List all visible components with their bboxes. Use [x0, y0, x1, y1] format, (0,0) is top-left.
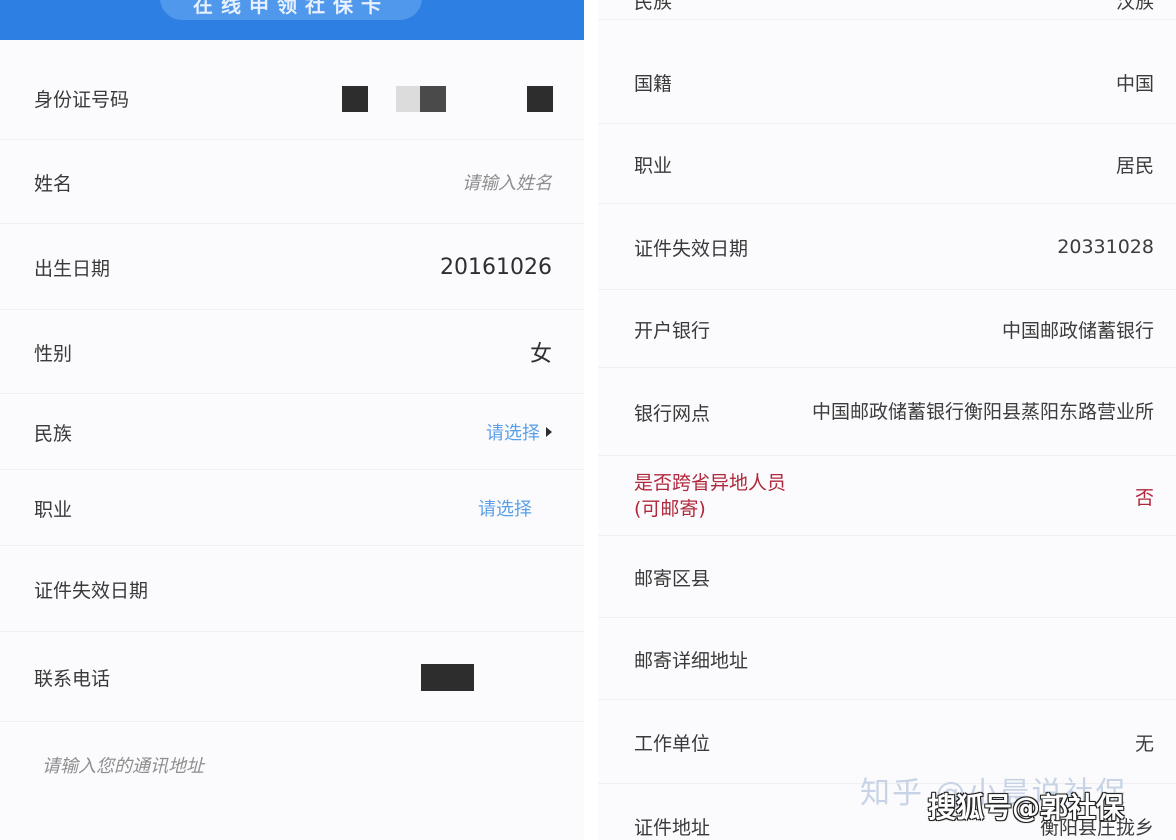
- phone-label: 联系电话: [34, 667, 111, 690]
- address-input[interactable]: 请输入您的通讯地址: [42, 752, 204, 778]
- nationality-row[interactable]: 国籍 中国: [598, 40, 1176, 124]
- occupation-row[interactable]: 职业 请选择: [0, 470, 584, 546]
- bank-label: 开户银行: [634, 319, 711, 342]
- occupation-value: 居民: [1115, 154, 1154, 177]
- expiry-date-label: 证件失效日期: [34, 579, 149, 602]
- redaction-block: [342, 86, 368, 112]
- branch-label: 银行网点: [634, 402, 711, 425]
- panel-gutter: [584, 0, 598, 840]
- ethnicity-value: 汉族: [1115, 0, 1154, 13]
- redaction-block: [421, 664, 474, 691]
- birth-date-row[interactable]: 出生日期 20161026: [0, 224, 584, 310]
- occupation-select[interactable]: 请选择: [478, 495, 552, 521]
- row-divider: [598, 19, 1176, 20]
- cross-province-label: 是否跨省异地人员(可邮寄): [634, 472, 787, 520]
- redaction-block: [527, 86, 553, 112]
- occupation-label: 职业: [634, 154, 673, 177]
- redaction-block: [396, 86, 420, 112]
- bank-value: 中国邮政储蓄银行: [1001, 319, 1154, 342]
- branch-row[interactable]: 银行网点 中国邮政储蓄银行衡阳县蒸阳东路营业所: [598, 368, 1176, 456]
- name-row[interactable]: 姓名 请输入姓名: [0, 140, 584, 224]
- birth-date-label: 出生日期: [34, 257, 111, 280]
- employer-value: 无: [1134, 732, 1154, 755]
- chevron-right-icon: [546, 427, 552, 437]
- expiry-date-value: 20331028: [1057, 236, 1154, 258]
- mail-district-label: 邮寄区县: [634, 567, 711, 590]
- right-screenshot-panel: 民族 汉族 国籍 中国 职业 居民 证件失效日期 20331028 开户银行 中…: [598, 0, 1176, 840]
- mail-address-row[interactable]: 邮寄详细地址: [598, 618, 1176, 700]
- name-label: 姓名: [34, 172, 73, 195]
- ethnicity-select-text: 请选择: [486, 423, 540, 444]
- expiry-date-row[interactable]: 证件失效日期: [0, 546, 584, 632]
- banner-title-pill: 在线申领社保卡: [160, 0, 422, 20]
- ethnicity-select[interactable]: 请选择: [486, 419, 552, 445]
- cross-province-value: 否: [1134, 486, 1154, 509]
- address-row[interactable]: 请输入您的通讯地址: [0, 722, 584, 808]
- ethnicity-row[interactable]: 民族 请选择: [0, 394, 584, 470]
- banner-title: 在线申领社保卡: [193, 0, 389, 17]
- id-number-row[interactable]: 身份证号码: [0, 56, 584, 140]
- redaction-block: [420, 86, 446, 112]
- phone-row[interactable]: 联系电话: [0, 632, 584, 722]
- sohu-watermark: 搜狐号@郭社保: [928, 791, 1125, 824]
- id-number-label: 身份证号码: [34, 88, 130, 111]
- header-banner: 在线申领社保卡: [0, 0, 584, 40]
- name-input[interactable]: 请输入姓名: [462, 169, 552, 195]
- gender-row[interactable]: 性别 女: [0, 310, 584, 394]
- birth-date-value: 20161026: [440, 254, 552, 280]
- employer-label: 工作单位: [634, 732, 711, 755]
- ethnicity-row[interactable]: 民族 汉族: [598, 0, 1176, 20]
- gender-label: 性别: [34, 342, 73, 365]
- left-screenshot-panel: 在线申领社保卡 身份证号码 姓名 请输入姓名 出生日期 20161026 性别 …: [0, 0, 584, 840]
- mail-address-label: 邮寄详细地址: [634, 649, 749, 672]
- bank-row[interactable]: 开户银行 中国邮政储蓄银行: [598, 290, 1176, 368]
- mail-district-row[interactable]: 邮寄区县: [598, 536, 1176, 618]
- occupation-select-text: 请选择: [478, 499, 532, 520]
- expiry-date-row[interactable]: 证件失效日期 20331028: [598, 204, 1176, 290]
- occupation-label: 职业: [34, 498, 73, 521]
- expiry-date-label: 证件失效日期: [634, 237, 749, 260]
- nationality-label: 国籍: [634, 72, 673, 95]
- cross-province-row[interactable]: 是否跨省异地人员(可邮寄) 否: [598, 456, 1176, 536]
- branch-value: 中国邮政储蓄银行衡阳县蒸阳东路营业所: [811, 401, 1154, 423]
- id-address-label: 证件地址: [634, 816, 711, 839]
- gender-value: 女: [529, 342, 552, 367]
- occupation-row[interactable]: 职业 居民: [598, 124, 1176, 204]
- ethnicity-label: 民族: [34, 422, 73, 445]
- ethnicity-label: 民族: [634, 0, 673, 13]
- nationality-value: 中国: [1115, 72, 1154, 95]
